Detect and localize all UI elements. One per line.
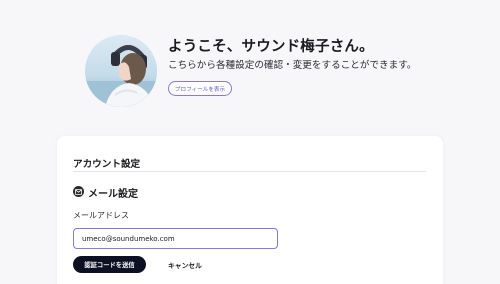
greeting-heading: ようこそ、サウンド梅子さん。 xyxy=(168,39,374,55)
email-field[interactable] xyxy=(73,228,278,249)
account-settings-page: ようこそ、サウンド梅子さん。 こちらから各種設定の確認・変更をすることができます… xyxy=(0,0,500,284)
divider xyxy=(73,171,426,172)
avatar xyxy=(85,35,157,107)
cancel-button[interactable]: キャンセル xyxy=(161,256,209,273)
mail-icon xyxy=(73,186,84,197)
send-verification-code-button[interactable]: 認証コードを送信 xyxy=(73,256,146,273)
account-settings-title: アカウント設定 xyxy=(73,159,141,170)
email-field-label: メールアドレス xyxy=(73,211,129,220)
mail-settings-title: メール設定 xyxy=(88,189,138,200)
avatar-photo-icon xyxy=(85,35,157,107)
view-profile-button[interactable]: プロフィールを表示 xyxy=(168,81,232,96)
greeting-subtext: こちらから各種設定の確認・変更をすることができます。 xyxy=(168,60,417,71)
